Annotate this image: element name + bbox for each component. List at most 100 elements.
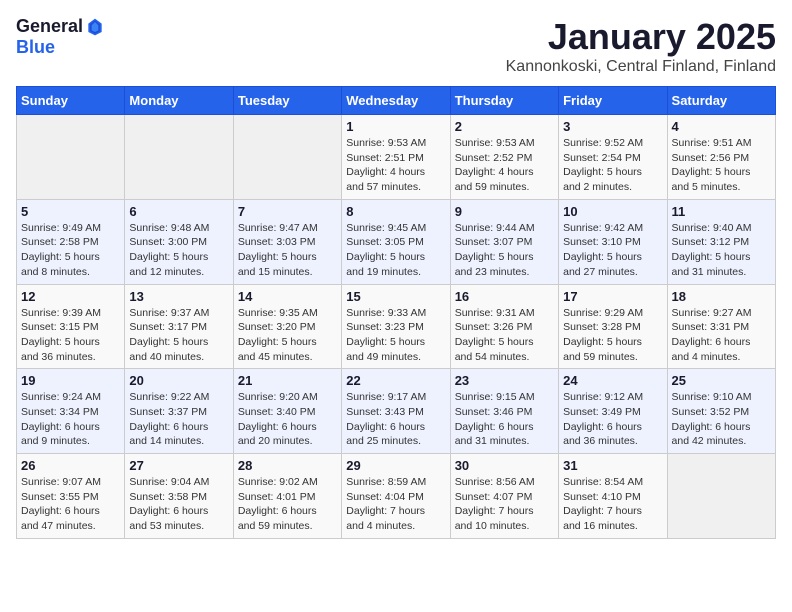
calendar-cell: 4Sunrise: 9:51 AM Sunset: 2:56 PM Daylig… [667, 115, 775, 200]
day-info: Sunrise: 9:37 AM Sunset: 3:17 PM Dayligh… [129, 306, 228, 365]
day-info: Sunrise: 9:20 AM Sunset: 3:40 PM Dayligh… [238, 390, 337, 449]
day-number: 22 [346, 373, 445, 388]
day-info: Sunrise: 9:35 AM Sunset: 3:20 PM Dayligh… [238, 306, 337, 365]
weekday-header-thursday: Thursday [450, 87, 558, 115]
day-number: 6 [129, 204, 228, 219]
weekday-header-saturday: Saturday [667, 87, 775, 115]
day-number: 23 [455, 373, 554, 388]
day-number: 29 [346, 458, 445, 473]
logo: General Blue [16, 16, 105, 58]
day-info: Sunrise: 9:12 AM Sunset: 3:49 PM Dayligh… [563, 390, 662, 449]
day-info: Sunrise: 9:42 AM Sunset: 3:10 PM Dayligh… [563, 221, 662, 280]
day-info: Sunrise: 9:39 AM Sunset: 3:15 PM Dayligh… [21, 306, 120, 365]
day-number: 3 [563, 119, 662, 134]
calendar-cell: 23 Sunrise: 9:15 AM Sunset: 3:46 PM Dayli… [450, 369, 558, 454]
day-number: 16 [455, 289, 554, 304]
week-row-2: 5 Sunrise: 9:49 AM Sunset: 2:58 PM Daylig… [17, 199, 776, 284]
day-info: Sunrise: 9:31 AM Sunset: 3:26 PM Dayligh… [455, 306, 554, 365]
day-number: 5 [21, 204, 120, 219]
day-number: 9 [455, 204, 554, 219]
day-info: Sunrise: 9:48 AM Sunset: 3:00 PM Dayligh… [129, 221, 228, 280]
calendar-table: SundayMondayTuesdayWednesdayThursdayFrid… [16, 86, 776, 539]
logo-icon [85, 17, 105, 37]
week-row-1: 1Sunrise: 9:53 AM Sunset: 2:51 PM Daylig… [17, 115, 776, 200]
day-info: Sunrise: 9:24 AM Sunset: 3:34 PM Dayligh… [21, 390, 120, 449]
calendar-cell: 19 Sunrise: 9:24 AM Sunset: 3:34 PM Dayli… [17, 369, 125, 454]
calendar-cell: 28 Sunrise: 9:02 AM Sunset: 4:01 PM Dayli… [233, 454, 341, 539]
calendar-cell: 27 Sunrise: 9:04 AM Sunset: 3:58 PM Dayli… [125, 454, 233, 539]
day-info: Sunrise: 9:02 AM Sunset: 4:01 PM Dayligh… [238, 475, 337, 534]
calendar-cell: 24 Sunrise: 9:12 AM Sunset: 3:49 PM Dayli… [559, 369, 667, 454]
day-number: 30 [455, 458, 554, 473]
calendar-cell: 29 Sunrise: 8:59 AM Sunset: 4:04 PM Dayli… [342, 454, 450, 539]
day-info: Sunrise: 9:53 AM Sunset: 2:52 PM Dayligh… [455, 136, 554, 195]
weekday-header-tuesday: Tuesday [233, 87, 341, 115]
calendar-subtitle: Kannonkoski, Central Finland, Finland [506, 58, 776, 76]
day-info: Sunrise: 9:47 AM Sunset: 3:03 PM Dayligh… [238, 221, 337, 280]
calendar-cell: 3Sunrise: 9:52 AM Sunset: 2:54 PM Daylig… [559, 115, 667, 200]
day-number: 24 [563, 373, 662, 388]
day-info: Sunrise: 8:54 AM Sunset: 4:10 PM Dayligh… [563, 475, 662, 534]
day-info: Sunrise: 9:44 AM Sunset: 3:07 PM Dayligh… [455, 221, 554, 280]
day-info: Sunrise: 9:17 AM Sunset: 3:43 PM Dayligh… [346, 390, 445, 449]
calendar-cell: 10Sunrise: 9:42 AM Sunset: 3:10 PM Dayli… [559, 199, 667, 284]
day-number: 2 [455, 119, 554, 134]
calendar-title: January 2025 [506, 16, 776, 58]
day-number: 13 [129, 289, 228, 304]
day-info: Sunrise: 9:15 AM Sunset: 3:46 PM Dayligh… [455, 390, 554, 449]
calendar-cell: 20Sunrise: 9:22 AM Sunset: 3:37 PM Dayli… [125, 369, 233, 454]
calendar-cell: 15 Sunrise: 9:33 AM Sunset: 3:23 PM Dayli… [342, 284, 450, 369]
day-info: Sunrise: 9:40 AM Sunset: 3:12 PM Dayligh… [672, 221, 771, 280]
calendar-cell: 14Sunrise: 9:35 AM Sunset: 3:20 PM Dayli… [233, 284, 341, 369]
calendar-cell: 5 Sunrise: 9:49 AM Sunset: 2:58 PM Daylig… [17, 199, 125, 284]
day-info: Sunrise: 9:07 AM Sunset: 3:55 PM Dayligh… [21, 475, 120, 534]
calendar-cell: 9 Sunrise: 9:44 AM Sunset: 3:07 PM Daylig… [450, 199, 558, 284]
day-info: Sunrise: 9:27 AM Sunset: 3:31 PM Dayligh… [672, 306, 771, 365]
weekday-header-wednesday: Wednesday [342, 87, 450, 115]
weekday-header-row: SundayMondayTuesdayWednesdayThursdayFrid… [17, 87, 776, 115]
day-number: 19 [21, 373, 120, 388]
week-row-3: 12 Sunrise: 9:39 AM Sunset: 3:15 PM Dayli… [17, 284, 776, 369]
calendar-cell: 26Sunrise: 9:07 AM Sunset: 3:55 PM Dayli… [17, 454, 125, 539]
day-number: 4 [672, 119, 771, 134]
day-info: Sunrise: 8:59 AM Sunset: 4:04 PM Dayligh… [346, 475, 445, 534]
day-info: Sunrise: 9:33 AM Sunset: 3:23 PM Dayligh… [346, 306, 445, 365]
day-number: 12 [21, 289, 120, 304]
day-number: 25 [672, 373, 771, 388]
header: General Blue January 2025 Kannonkoski, C… [16, 16, 776, 76]
calendar-cell [233, 115, 341, 200]
logo-blue-text: Blue [16, 37, 55, 58]
day-info: Sunrise: 9:10 AM Sunset: 3:52 PM Dayligh… [672, 390, 771, 449]
day-info: Sunrise: 9:53 AM Sunset: 2:51 PM Dayligh… [346, 136, 445, 195]
day-number: 18 [672, 289, 771, 304]
weekday-header-monday: Monday [125, 87, 233, 115]
calendar-cell [667, 454, 775, 539]
weekday-header-friday: Friday [559, 87, 667, 115]
calendar-cell: 1Sunrise: 9:53 AM Sunset: 2:51 PM Daylig… [342, 115, 450, 200]
day-number: 17 [563, 289, 662, 304]
day-number: 31 [563, 458, 662, 473]
calendar-cell: 12 Sunrise: 9:39 AM Sunset: 3:15 PM Dayli… [17, 284, 125, 369]
day-info: Sunrise: 9:29 AM Sunset: 3:28 PM Dayligh… [563, 306, 662, 365]
day-info: Sunrise: 9:04 AM Sunset: 3:58 PM Dayligh… [129, 475, 228, 534]
logo-general-text: General [16, 16, 83, 37]
day-number: 27 [129, 458, 228, 473]
day-number: 21 [238, 373, 337, 388]
calendar-cell: 6 Sunrise: 9:48 AM Sunset: 3:00 PM Daylig… [125, 199, 233, 284]
weekday-header-sunday: Sunday [17, 87, 125, 115]
calendar-cell: 21 Sunrise: 9:20 AM Sunset: 3:40 PM Dayli… [233, 369, 341, 454]
day-number: 15 [346, 289, 445, 304]
day-number: 11 [672, 204, 771, 219]
calendar-cell: 8Sunrise: 9:45 AM Sunset: 3:05 PM Daylig… [342, 199, 450, 284]
day-number: 28 [238, 458, 337, 473]
week-row-4: 19 Sunrise: 9:24 AM Sunset: 3:34 PM Dayli… [17, 369, 776, 454]
calendar-cell: 11 Sunrise: 9:40 AM Sunset: 3:12 PM Dayli… [667, 199, 775, 284]
calendar-cell: 31 Sunrise: 8:54 AM Sunset: 4:10 PM Dayli… [559, 454, 667, 539]
day-number: 8 [346, 204, 445, 219]
calendar-cell: 25 Sunrise: 9:10 AM Sunset: 3:52 PM Dayli… [667, 369, 775, 454]
calendar-cell: 7Sunrise: 9:47 AM Sunset: 3:03 PM Daylig… [233, 199, 341, 284]
calendar-cell: 16 Sunrise: 9:31 AM Sunset: 3:26 PM Dayli… [450, 284, 558, 369]
day-info: Sunrise: 9:22 AM Sunset: 3:37 PM Dayligh… [129, 390, 228, 449]
calendar-cell [17, 115, 125, 200]
day-info: Sunrise: 9:49 AM Sunset: 2:58 PM Dayligh… [21, 221, 120, 280]
